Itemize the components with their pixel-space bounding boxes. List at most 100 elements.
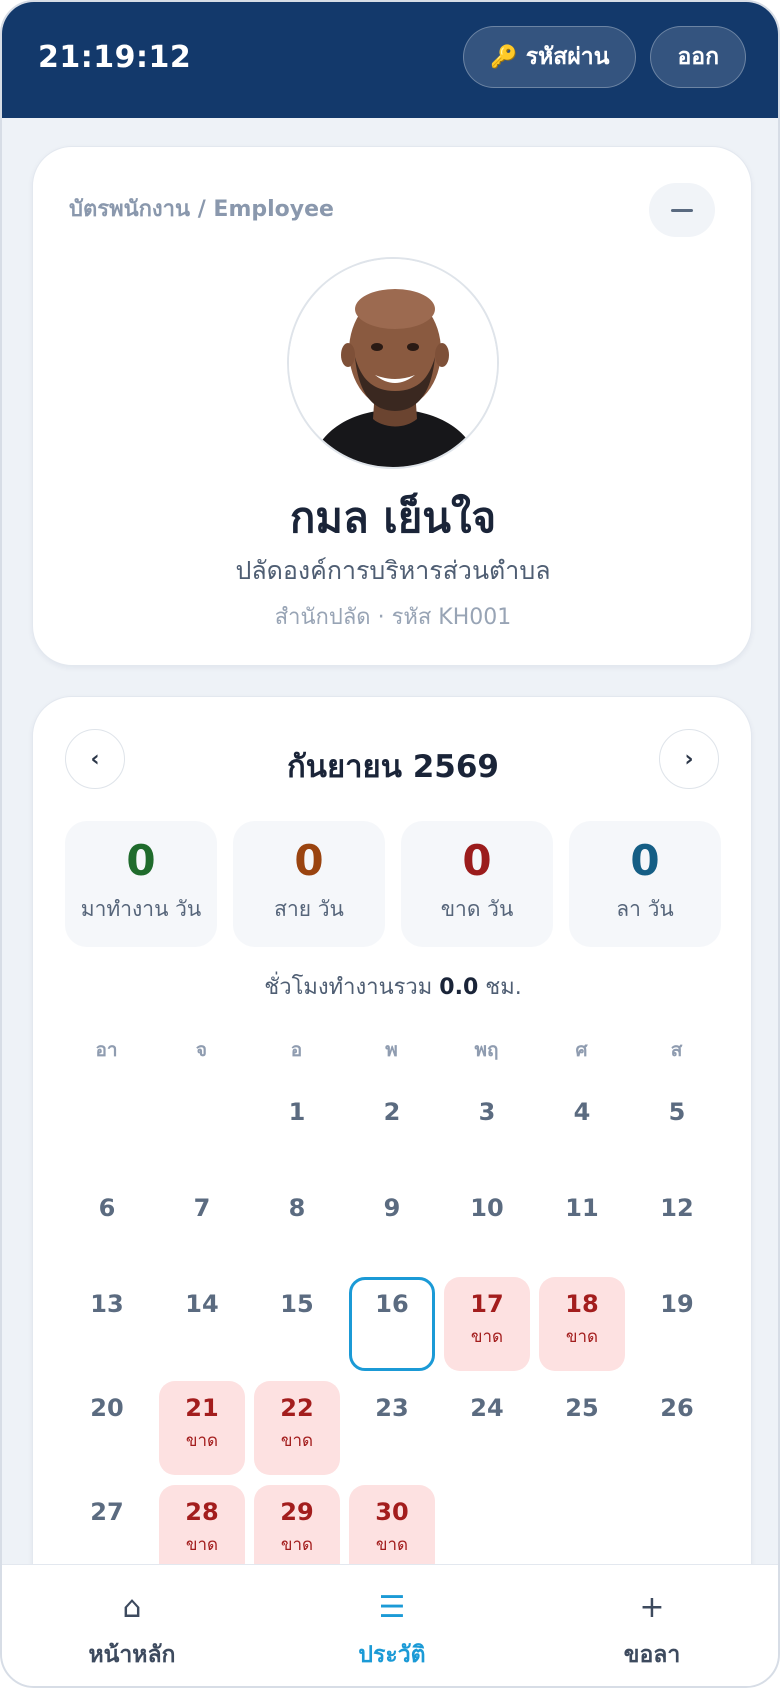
clock: 21:19:12: [38, 39, 192, 75]
calendar-day[interactable]: 18 ขาด: [539, 1277, 625, 1371]
calendar-day[interactable]: 10: [444, 1181, 530, 1275]
calendar-day[interactable]: 13: [64, 1277, 150, 1371]
weekday-label: อ: [290, 1039, 303, 1061]
stat-absent: 0 ขาด วัน: [401, 821, 553, 947]
nav-item-2[interactable]: + ขอลา: [522, 1565, 778, 1686]
stat-present: 0 มาทำงาน วัน: [65, 821, 217, 947]
day-number: 8: [288, 1194, 306, 1222]
day-number: 7: [193, 1194, 211, 1222]
day-number: 15: [280, 1290, 314, 1318]
calendar-day[interactable]: 21 ขาด: [159, 1381, 245, 1475]
calendar-day[interactable]: 2: [349, 1085, 435, 1179]
day-number: 22: [280, 1394, 314, 1422]
calendar-day[interactable]: 12: [634, 1181, 720, 1275]
day-number: 24: [470, 1394, 504, 1422]
calendar-day[interactable]: 25: [539, 1381, 625, 1475]
day-number: 11: [565, 1194, 599, 1222]
list-icon: ☰: [378, 1590, 406, 1625]
total-hours-value: 0.0: [439, 975, 479, 1000]
day-number: 17: [470, 1290, 504, 1318]
calendar-day[interactable]: 14: [159, 1277, 245, 1371]
top-actions: 🔑 รหัสผ่าน ออก: [463, 26, 746, 88]
employee-name: กมล เย็นใจ: [289, 493, 497, 542]
day-number: 1: [288, 1098, 306, 1126]
day-number: 13: [90, 1290, 124, 1318]
month-title: กันยายน 2569: [287, 749, 499, 785]
nav-label: ขอลา: [623, 1642, 681, 1668]
bottom-nav: ⌂ หน้าหลัก ☰ ประวัติ + ขอลา: [2, 1564, 778, 1686]
stat-label: ขาด วัน: [440, 897, 514, 921]
day-number: 12: [660, 1194, 694, 1222]
calendar-day[interactable]: 4: [539, 1085, 625, 1179]
calendar-day[interactable]: 11: [539, 1181, 625, 1275]
weekday-header: อา จ อ พ พฤ ศ ส: [59, 1035, 724, 1065]
calendar-day[interactable]: 3: [444, 1085, 530, 1179]
employee-meta: สำนักปลัด · รหัส KH001: [274, 605, 512, 630]
day-number: 4: [573, 1098, 591, 1126]
stat-value: 0: [462, 836, 492, 885]
calendar-day[interactable]: 19: [634, 1277, 720, 1371]
minus-icon: [671, 208, 693, 212]
next-month-button[interactable]: ›: [659, 729, 719, 789]
stat-value: 0: [294, 836, 324, 885]
collapse-button[interactable]: [649, 183, 715, 237]
phone-screen: 21:19:12 🔑 รหัสผ่าน ออก บัตรพนักงาน / Em…: [0, 0, 780, 1688]
employee-role: ปลัดองค์การบริหารส่วนตำบล: [235, 556, 551, 585]
weekday-label: พ: [385, 1039, 398, 1061]
calendar-day[interactable]: 9: [349, 1181, 435, 1275]
calendar-day[interactable]: 22 ขาด: [254, 1381, 340, 1475]
nav-label: ประวัติ: [358, 1642, 426, 1668]
employee-card: บัตรพนักงาน / Employee กมล เย็นใจ ปลัดอง…: [32, 146, 752, 666]
stat-leave: 0 ลา วัน: [569, 821, 721, 947]
total-hours-label: ชั่วโมงทำงานรวม: [264, 975, 433, 1000]
employee-card-label: บัตรพนักงาน / Employee: [69, 197, 334, 222]
calendar-day[interactable]: 8: [254, 1181, 340, 1275]
calendar-day[interactable]: 20: [64, 1381, 150, 1475]
change-password-label: รหัสผ่าน: [525, 44, 610, 70]
attendance-calendar-card: ‹ กันยายน 2569 › 0 มาทำงาน วัน 0 สาย วัน…: [32, 696, 753, 1686]
nav-item-0[interactable]: ⌂ หน้าหลัก: [2, 1565, 262, 1686]
calendar-day[interactable]: 15: [254, 1277, 340, 1371]
key-icon: 🔑: [490, 44, 518, 70]
day-number: 29: [280, 1498, 314, 1526]
stat-value: 0: [630, 836, 660, 885]
stat-label: มาทำงาน วัน: [80, 897, 202, 921]
weekday-label: พฤ: [474, 1039, 499, 1061]
calendar-day[interactable]: 6: [64, 1181, 150, 1275]
day-number: 20: [90, 1394, 124, 1422]
stat-label: ลา วัน: [616, 897, 674, 921]
weekday-label: ส: [670, 1039, 683, 1061]
weekday-label: อา: [95, 1039, 118, 1061]
day-status: ขาด: [185, 1431, 219, 1451]
logout-button[interactable]: ออก: [650, 26, 746, 88]
attendance-stats: 0 มาทำงาน วัน 0 สาย วัน 0 ขาด วัน 0 ลา ว…: [65, 821, 721, 947]
calendar-day[interactable]: 24: [444, 1381, 530, 1475]
calendar-day[interactable]: 26: [634, 1381, 720, 1475]
day-number: 21: [185, 1394, 219, 1422]
calendar-day[interactable]: 1: [254, 1085, 340, 1179]
total-hours: ชั่วโมงทำงานรวม 0.0 ชม.: [33, 969, 753, 1004]
calendar-day[interactable]: 23: [349, 1381, 435, 1475]
stat-label: สาย วัน: [274, 897, 344, 921]
calendar-day[interactable]: 16: [349, 1277, 435, 1371]
day-number: 10: [470, 1194, 504, 1222]
weekday-label: ศ: [575, 1039, 588, 1061]
day-number: 27: [90, 1498, 124, 1526]
day-number: 6: [98, 1194, 116, 1222]
day-number: 30: [375, 1498, 409, 1526]
day-number: 16: [375, 1290, 409, 1318]
home-icon: ⌂: [122, 1590, 142, 1625]
change-password-button[interactable]: 🔑 รหัสผ่าน: [463, 26, 637, 88]
calendar-day[interactable]: 5: [634, 1085, 720, 1179]
nav-item-1[interactable]: ☰ ประวัติ: [262, 1565, 522, 1686]
day-status: ขาด: [280, 1535, 314, 1555]
day-status: ขาด: [280, 1431, 314, 1451]
calendar-day[interactable]: 7: [159, 1181, 245, 1275]
day-number: 26: [660, 1394, 694, 1422]
calendar-day[interactable]: 17 ขาด: [444, 1277, 530, 1371]
stat-late: 0 สาย วัน: [233, 821, 385, 947]
day-status: ขาด: [185, 1535, 219, 1555]
day-number: 25: [565, 1394, 599, 1422]
day-number: 28: [185, 1498, 219, 1526]
day-number: 9: [383, 1194, 401, 1222]
